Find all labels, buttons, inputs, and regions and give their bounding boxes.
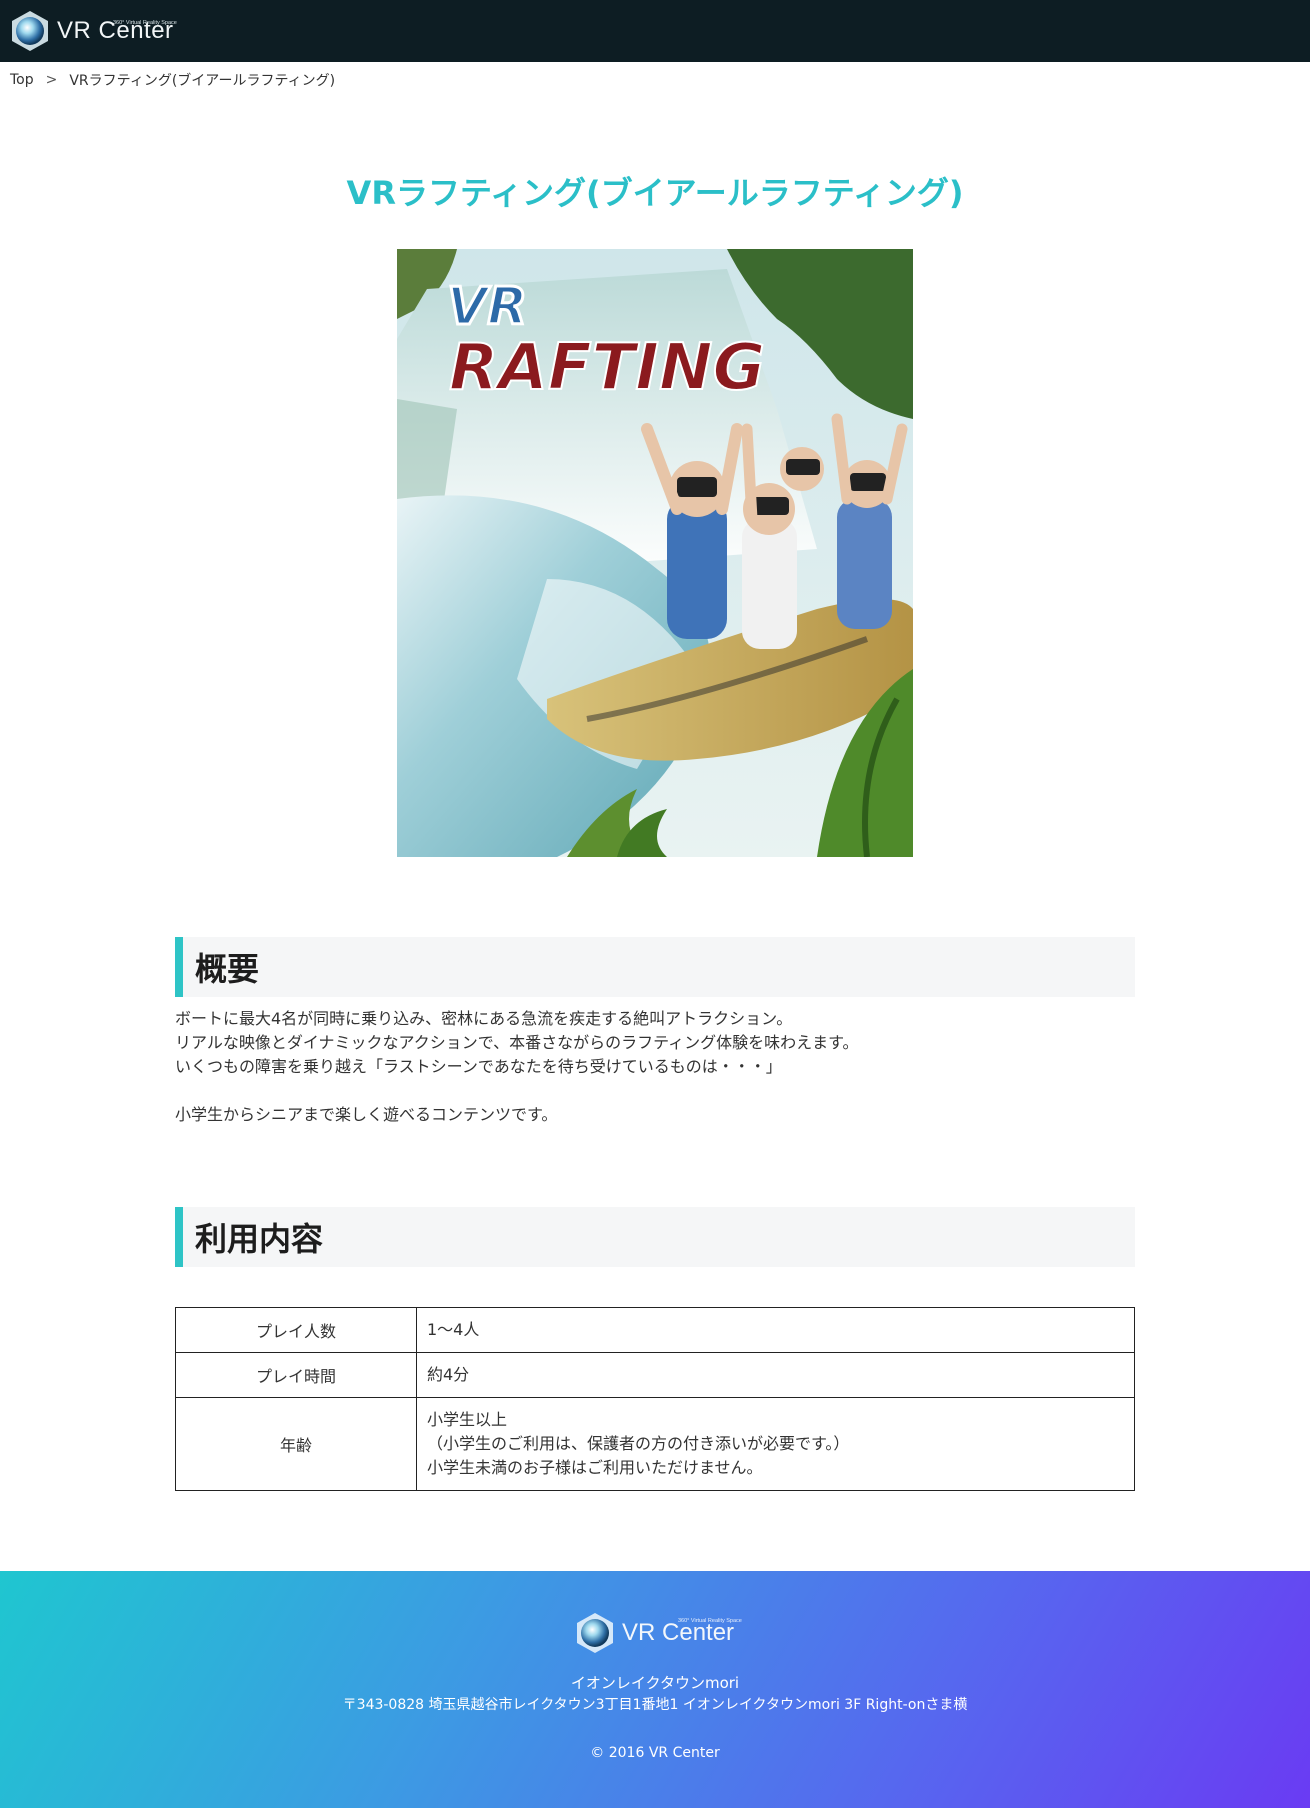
breadcrumb: Top > VRラフティング(ブイアールラフティング)	[10, 70, 335, 90]
breadcrumb-current: VRラフティング(ブイアールラフティング)	[69, 73, 336, 89]
row-label-players: プレイ人数	[175, 1307, 417, 1353]
site-footer: VR Center 360° Virtual Reality Space イオン…	[0, 1571, 1310, 1808]
hero-logo-vr: VR	[447, 277, 527, 337]
page-title: VRラフティング(ブイアールラフティング)	[346, 174, 964, 212]
table-row: プレイ時間 約4分	[175, 1352, 1135, 1398]
overview-line-4	[175, 1079, 1135, 1103]
table-row: プレイ人数 1〜4人	[175, 1307, 1135, 1353]
usage-table: プレイ人数 1〜4人 プレイ時間 約4分 年齢 小学生以上 （小学生のご利用は、…	[175, 1307, 1135, 1491]
overview-text: ボートに最大4名が同時に乗り込み、密林にある急流を疾走する絶叫アトラクション。 …	[175, 1007, 1135, 1127]
footer-copyright: © 2016 VR Center	[590, 1745, 720, 1761]
vr-orb-icon	[9, 10, 51, 52]
hero-image: VR RAFTING	[397, 249, 913, 857]
row-value-line: 小学生未満のお子様はご利用いただけません。	[427, 1458, 763, 1477]
row-value-age: 小学生以上 （小学生のご利用は、保護者の方の付き添いが必要です。） 小学生未満の…	[416, 1397, 1135, 1491]
footer-address: 〒343-0828 埼玉県越谷市レイクタウン3丁目1番地1 イオンレイクタウンm…	[342, 1697, 968, 1713]
footer-logo[interactable]: VR Center 360° Virtual Reality Space	[574, 1611, 742, 1655]
table-row: 年齢 小学生以上 （小学生のご利用は、保護者の方の付き添いが必要です。） 小学生…	[175, 1397, 1135, 1491]
site-logo[interactable]: VR Center 360° Virtual Reality Space	[9, 9, 177, 53]
vr-orb-icon	[574, 1612, 616, 1654]
breadcrumb-separator: >	[45, 72, 58, 88]
overview-line-3: いくつもの障害を乗り越え「ラストシーンであなたを待ち受けているものは・・・」	[175, 1057, 782, 1076]
breadcrumb-home-link[interactable]: Top	[10, 72, 34, 88]
row-value-players: 1〜4人	[416, 1307, 1135, 1353]
usage-heading: 利用内容	[175, 1207, 1135, 1267]
row-label-age: 年齢	[175, 1397, 417, 1491]
hero-logo-rafting: RAFTING	[449, 331, 765, 405]
overview-line-2: リアルな映像とダイナミックなアクションで、本番さながらのラフティング体験を味わえ…	[175, 1033, 859, 1052]
site-header: VR Center 360° Virtual Reality Space	[0, 0, 1310, 62]
row-value-line: 1〜4人	[427, 1320, 480, 1339]
row-value-line: 約4分	[427, 1365, 470, 1384]
row-value-line: （小学生のご利用は、保護者の方の付き添いが必要です。）	[427, 1434, 850, 1453]
overview-line-1: ボートに最大4名が同時に乗り込み、密林にある急流を疾走する絶叫アトラクション。	[175, 1009, 793, 1028]
overview-heading: 概要	[175, 937, 1135, 997]
footer-brand-tagline: 360° Virtual Reality Space	[678, 1618, 742, 1624]
footer-store-name: イオンレイクタウンmori	[570, 1674, 740, 1692]
row-value-line: 小学生以上	[427, 1410, 508, 1429]
row-value-time: 約4分	[416, 1352, 1135, 1398]
row-label-time: プレイ時間	[175, 1352, 417, 1398]
overview-line-5: 小学生からシニアまで楽しく遊べるコンテンツです。	[175, 1105, 558, 1124]
brand-tagline: 360° Virtual Reality Space	[113, 20, 177, 26]
